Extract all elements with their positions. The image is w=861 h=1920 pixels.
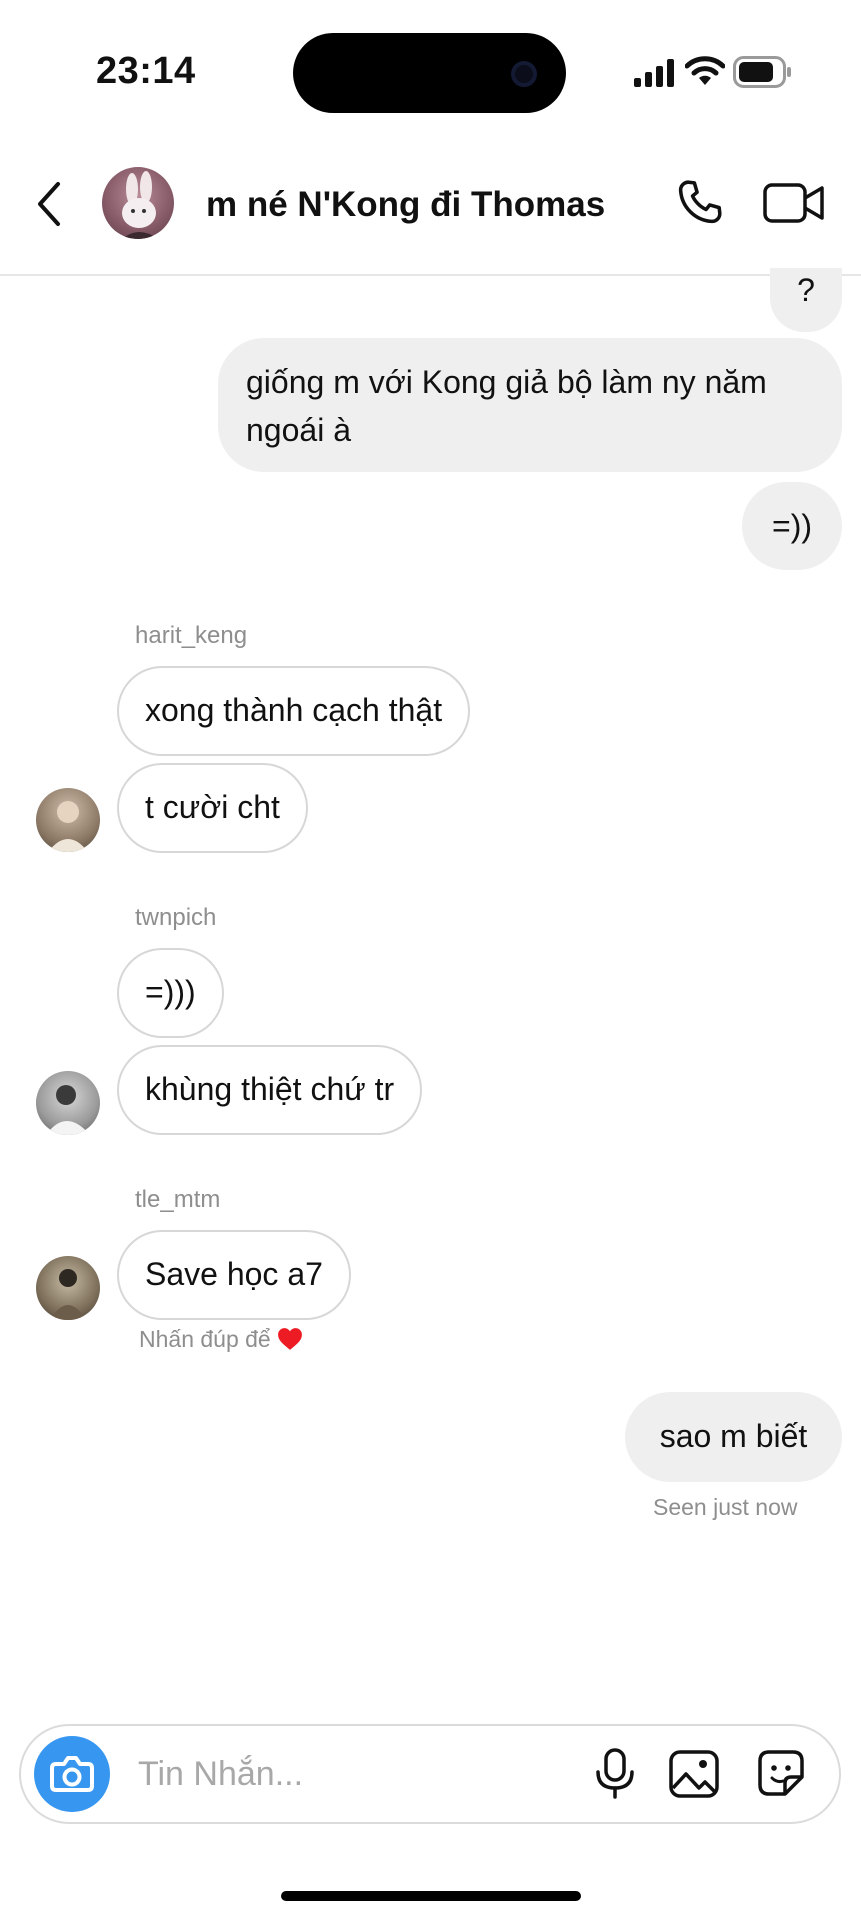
back-chevron-icon[interactable] <box>30 178 70 230</box>
message-bubble-incoming[interactable]: khùng thiệt chứ tr <box>117 1045 423 1135</box>
message-text: ? <box>797 272 815 308</box>
seen-status: Seen just now <box>653 1494 798 1520</box>
message-bubble-incoming[interactable]: t cười cht <box>117 763 308 853</box>
dynamic-island <box>293 33 566 113</box>
group-avatar-image <box>122 171 158 239</box>
message-bubble-incoming[interactable]: Save học a7 <box>117 1230 351 1320</box>
message-bubble-outgoing[interactable]: =)) <box>742 482 842 570</box>
message-text: Save học a7 <box>145 1256 323 1292</box>
cellular-signal-icon <box>634 59 674 87</box>
message-bubble-incoming[interactable]: xong thành cạch thật <box>117 666 471 756</box>
sticker-icon[interactable] <box>757 1749 805 1797</box>
message-text: =))) <box>145 974 196 1010</box>
message-text: t cười cht <box>145 789 280 825</box>
microphone-icon[interactable] <box>593 1748 637 1800</box>
message-text-line: giống m với Kong giả bộ làm ny năm <box>246 364 767 400</box>
sender-avatar-image <box>46 1085 90 1135</box>
status-time: 23:14 <box>96 50 196 92</box>
sender-avatar[interactable] <box>36 1071 100 1135</box>
sender-name: twnpich <box>135 904 217 931</box>
message-bubble-outgoing[interactable]: giống m với Kong giả bộ làm ny năm ngoái… <box>218 338 842 472</box>
header-divider <box>0 274 861 276</box>
message-text: khùng thiệt chứ tr <box>145 1071 395 1107</box>
wifi-icon <box>685 56 725 85</box>
double-tap-hint-text: Nhấn đúp để <box>139 1326 271 1352</box>
phone-icon[interactable] <box>675 177 725 227</box>
home-indicator[interactable] <box>281 1891 581 1901</box>
sender-avatar-image <box>48 801 88 852</box>
message-input[interactable] <box>138 1748 578 1800</box>
video-camera-icon[interactable] <box>763 182 825 224</box>
message-text: sao m biết <box>659 1418 808 1454</box>
message-text-line: ngoái à <box>246 412 351 448</box>
sender-name: harit_keng <box>135 622 248 649</box>
image-icon[interactable] <box>669 1750 719 1798</box>
heart-icon <box>278 1328 303 1350</box>
camera-icon <box>50 1756 94 1792</box>
group-avatar[interactable] <box>102 167 174 239</box>
message-bubble-incoming[interactable]: =))) <box>117 948 224 1038</box>
camera-button[interactable] <box>34 1736 110 1812</box>
conversation-title[interactable]: m né N'Kong đi Thomas <box>206 185 605 225</box>
message-text: xong thành cạch thật <box>145 692 443 728</box>
sender-avatar-image <box>50 1269 86 1320</box>
sender-name: tle_mtm <box>135 1186 221 1213</box>
battery-icon <box>733 56 791 88</box>
front-camera-dot <box>511 61 537 87</box>
message-bubble-outgoing[interactable]: sao m biết <box>625 1392 842 1482</box>
sender-avatar[interactable] <box>36 788 100 852</box>
sender-avatar[interactable] <box>36 1256 100 1320</box>
message-bubble-outgoing[interactable]: ? <box>770 268 842 332</box>
message-text: =)) <box>772 508 812 544</box>
double-tap-hint: Nhấn đúp để <box>139 1326 303 1353</box>
